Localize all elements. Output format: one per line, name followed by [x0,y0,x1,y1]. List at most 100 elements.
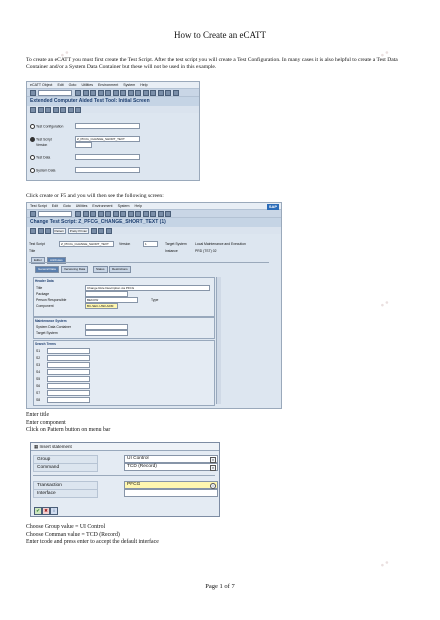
confirm-check-icon[interactable]: ✔ [34,507,42,515]
radio-icon[interactable] [30,155,35,160]
option-system-data[interactable]: System Data [30,168,55,173]
search-term-input[interactable] [47,397,90,403]
help-icon[interactable] [165,210,171,217]
pretty-printer-button[interactable]: Pretty Printer [67,227,90,234]
print-icon[interactable] [105,89,111,96]
pattern-button[interactable]: Pattern [52,227,67,234]
new-session-icon[interactable] [157,89,164,96]
search-term-input[interactable] [47,348,90,354]
radio-selected-icon[interactable] [30,137,35,142]
change-icon[interactable] [37,106,44,113]
check-icon[interactable] [37,227,44,234]
info-icon[interactable]: i [50,507,58,515]
command-field[interactable] [37,210,72,217]
tab-general-data[interactable]: General Data [35,266,59,273]
copy-icon[interactable] [52,106,59,113]
toggle-display-change-icon[interactable] [30,227,36,234]
transaction-input-value: PFCG [127,482,141,487]
find-next-icon[interactable] [120,210,126,217]
next-page-icon[interactable] [142,89,149,96]
menu-utilities[interactable]: Utilities [76,204,88,208]
exit-icon[interactable] [90,89,96,96]
cancel-icon[interactable] [97,210,104,217]
test-data-input[interactable] [75,154,140,160]
back-icon[interactable] [82,210,89,217]
search-term-input[interactable] [47,369,90,375]
version-field[interactable]: 1 [143,241,158,247]
execute-icon[interactable] [90,227,97,234]
info-icon[interactable] [105,227,112,234]
search-term-input[interactable] [47,376,90,382]
option-test-script[interactable]: Test Script [30,137,52,142]
cancel-icon[interactable] [97,89,104,96]
next-page-icon[interactable] [142,210,149,217]
transaction-input[interactable]: PFCG ○ [124,481,218,489]
search-term-input[interactable] [47,362,90,368]
menu-system[interactable]: System [118,204,130,208]
last-page-icon[interactable] [150,89,156,96]
where-used-icon[interactable] [75,106,81,113]
new-session-icon[interactable] [157,210,164,217]
system-data-input[interactable] [75,167,140,173]
menu-ecatt-object[interactable]: eCATT Object [30,83,52,87]
menu-edit[interactable]: Edit [57,83,63,87]
menu-utilities[interactable]: Utilities [81,83,93,87]
last-page-icon[interactable] [150,210,156,217]
interface-input[interactable] [124,489,218,497]
tab-status[interactable]: Status [93,266,108,273]
copy-icon[interactable] [98,227,105,234]
create-icon[interactable] [30,106,36,113]
component-input[interactable]: BC-SEC-USR-ADM [85,303,118,309]
help-icon[interactable] [172,89,179,96]
find-icon[interactable] [112,210,119,217]
prev-page-icon[interactable] [135,210,141,217]
version-input[interactable] [75,142,92,148]
shortcut-icon[interactable] [165,89,171,96]
find-icon[interactable] [112,89,119,96]
radio-icon[interactable] [30,168,35,173]
search-term-input[interactable] [47,383,90,389]
save-icon[interactable] [75,210,81,217]
command-select[interactable]: TCD (Record) ▾ [124,463,218,471]
option-test-configuration[interactable]: Test Configuration [30,124,63,129]
menu-environment[interactable]: Environment [92,204,112,208]
back-icon[interactable] [82,89,89,96]
exit-icon[interactable] [90,210,96,217]
dropdown-icon[interactable]: ▾ [210,456,216,463]
execute-icon[interactable] [67,106,74,113]
menu-system[interactable]: System [123,83,135,87]
first-page-icon[interactable] [127,89,134,96]
tab-restrictions[interactable]: Restrictions [109,266,131,273]
menu-help[interactable]: Help [135,204,142,208]
first-page-icon[interactable] [127,210,134,217]
print-icon[interactable] [105,210,111,217]
command-field[interactable] [37,89,72,96]
prev-page-icon[interactable] [135,89,141,96]
search-term-input[interactable] [47,355,90,361]
vertical-scrollbar[interactable] [216,277,221,404]
activate-icon[interactable] [45,227,51,234]
enter-icon[interactable] [30,210,36,217]
find-next-icon[interactable] [120,89,126,96]
test-configuration-input[interactable] [75,123,140,129]
menu-edit[interactable]: Edit [52,204,58,208]
tab-versioning-data[interactable]: Versioning Data [61,266,89,273]
cancel-x-icon[interactable]: ✖ [42,507,50,515]
menu-help[interactable]: Help [140,83,147,87]
group-select[interactable]: UI Control ▾ [124,455,218,463]
test-script-field[interactable]: Z_PFCG_CHANGE_SHORT_TEXT [59,241,114,247]
target-system-input[interactable] [85,330,128,336]
enter-icon[interactable] [30,89,36,96]
menu-test-script[interactable]: Test Script [30,204,47,208]
dropdown-icon[interactable]: ▾ [210,464,216,471]
search-help-icon[interactable]: ○ [210,482,216,489]
option-test-data[interactable]: Test Data [30,155,50,160]
display-icon[interactable] [45,106,51,113]
delete-icon[interactable] [60,106,66,113]
menu-goto[interactable]: Goto [63,204,71,208]
menu-goto[interactable]: Goto [69,83,77,87]
search-term-input[interactable] [47,390,90,396]
radio-icon[interactable] [30,124,35,129]
menu-environment[interactable]: Environment [98,83,118,87]
save-icon[interactable] [75,89,81,96]
